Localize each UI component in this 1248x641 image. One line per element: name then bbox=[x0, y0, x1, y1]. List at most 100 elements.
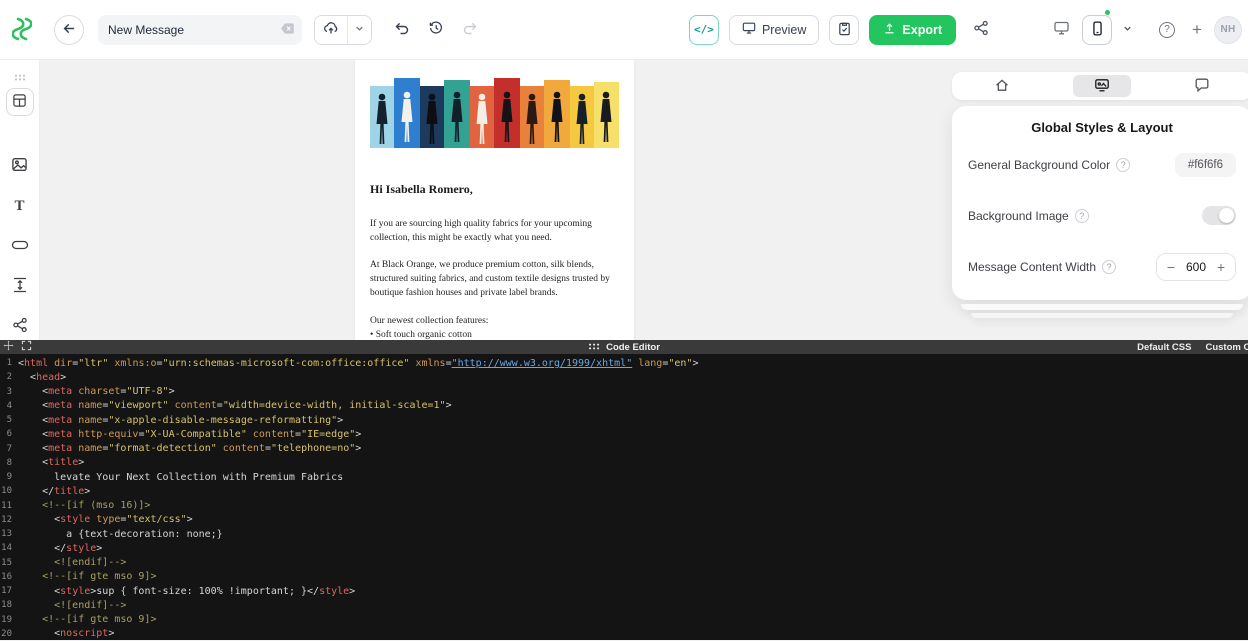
code-line[interactable]: 1<html dir="ltr" xmlns:o="urn:schemas-mi… bbox=[0, 356, 1248, 370]
undo-button[interactable] bbox=[388, 16, 416, 44]
email-preview-card[interactable]: Hi Isabella Romero, If you are sourcing … bbox=[355, 60, 634, 352]
email-paragraph[interactable]: At Black Orange, we produce premium cott… bbox=[370, 258, 619, 300]
code-line[interactable]: 18 <![endif]--> bbox=[0, 598, 1248, 612]
sidebar-item-text[interactable]: T bbox=[4, 190, 36, 222]
save-options-button[interactable] bbox=[347, 16, 371, 44]
cloud-upload-button[interactable] bbox=[315, 16, 347, 44]
code-text[interactable]: a {text-decoration: none;} bbox=[18, 529, 223, 540]
tab-styles[interactable] bbox=[1073, 75, 1131, 97]
drag-dots-icon[interactable] bbox=[14, 69, 26, 84]
background-image-toggle[interactable] bbox=[1202, 206, 1236, 225]
code-text[interactable]: <meta http-equiv="X-UA-Compatible" conte… bbox=[18, 429, 361, 440]
settings-tab-bar bbox=[952, 72, 1248, 100]
code-text[interactable]: <!--[if gte mso 9]> bbox=[18, 614, 156, 625]
content-width-value[interactable]: 600 bbox=[1182, 260, 1210, 274]
code-line[interactable]: 20 <noscript> bbox=[0, 627, 1248, 641]
code-line[interactable]: 15 <![endif]--> bbox=[0, 556, 1248, 570]
code-text[interactable]: <!--[if (mso 16)]> bbox=[18, 500, 150, 511]
code-text[interactable]: <noscript> bbox=[18, 628, 114, 639]
email-hero-image[interactable] bbox=[368, 72, 621, 158]
back-button[interactable] bbox=[54, 15, 84, 45]
share-button[interactable] bbox=[966, 15, 996, 45]
code-line[interactable]: 12 <style type="text/css"> bbox=[0, 513, 1248, 527]
code-text[interactable]: <meta charset="UTF-8"> bbox=[18, 386, 175, 397]
clear-title-button[interactable] bbox=[279, 22, 296, 38]
code-line[interactable]: 6 <meta http-equiv="X-UA-Compatible" con… bbox=[0, 427, 1248, 441]
code-editor-content[interactable]: 1<html dir="ltr" xmlns:o="urn:schemas-mi… bbox=[0, 354, 1248, 641]
sidebar-item-image[interactable] bbox=[4, 150, 36, 182]
message-title-input[interactable] bbox=[98, 15, 302, 45]
help-circle-icon[interactable]: ? bbox=[1075, 209, 1089, 223]
code-text[interactable]: <meta name="format-detection" content="t… bbox=[18, 443, 361, 454]
preview-button[interactable]: Preview bbox=[729, 15, 819, 45]
device-options-button[interactable] bbox=[1118, 17, 1136, 43]
line-number: 12 bbox=[0, 515, 12, 525]
code-line[interactable]: 8 <title> bbox=[0, 456, 1248, 470]
code-line[interactable]: 7 <meta name="format-detection" content=… bbox=[0, 442, 1248, 456]
code-line[interactable]: 5 <meta name="x-apple-disable-message-re… bbox=[0, 413, 1248, 427]
sidebar-item-button[interactable] bbox=[4, 230, 36, 262]
sidebar-item-spacer[interactable] bbox=[4, 270, 36, 302]
code-text[interactable]: <html dir="ltr" xmlns:o="urn:schemas-mic… bbox=[18, 358, 699, 369]
move-crosshair-icon bbox=[3, 340, 14, 354]
code-line[interactable]: 2 <head> bbox=[0, 370, 1248, 384]
default-css-button[interactable]: Default CSS bbox=[1137, 342, 1191, 353]
code-text[interactable]: <style type="text/css"> bbox=[18, 514, 193, 525]
code-line[interactable]: 4 <meta name="viewport" content="width=d… bbox=[0, 399, 1248, 413]
code-line[interactable]: 11 <!--[if (mso 16)]> bbox=[0, 499, 1248, 513]
line-number: 3 bbox=[0, 387, 12, 397]
background-color-value-chip[interactable]: #f6f6f6 bbox=[1175, 153, 1236, 177]
email-greeting[interactable]: Hi Isabella Romero, bbox=[370, 182, 619, 197]
upload-icon bbox=[883, 22, 896, 38]
panel-title: Global Styles & Layout bbox=[968, 120, 1236, 135]
code-text[interactable]: levate Your Next Collection with Premium… bbox=[18, 472, 343, 483]
fullscreen-button[interactable] bbox=[21, 340, 32, 354]
code-editor-toggle-button[interactable]: </> bbox=[689, 15, 719, 45]
email-paragraph[interactable]: If you are sourcing high quality fabrics… bbox=[370, 217, 619, 245]
home-icon bbox=[994, 77, 1010, 96]
code-line[interactable]: 17 <style>sup { font-size: 100% !importa… bbox=[0, 584, 1248, 598]
help-circle-icon[interactable]: ? bbox=[1116, 158, 1130, 172]
line-number: 2 bbox=[0, 372, 12, 382]
code-line[interactable]: 16 <!--[if gte mso 9]> bbox=[0, 570, 1248, 584]
code-line[interactable]: 9 levate Your Next Collection with Premi… bbox=[0, 470, 1248, 484]
plus-icon: + bbox=[1192, 20, 1202, 39]
code-text[interactable]: <!--[if gte mso 9]> bbox=[18, 571, 156, 582]
desktop-view-button[interactable] bbox=[1046, 15, 1076, 45]
mobile-view-button[interactable] bbox=[1082, 15, 1112, 45]
code-line[interactable]: 3 <meta charset="UTF-8"> bbox=[0, 385, 1248, 399]
code-text[interactable]: <![endif]--> bbox=[18, 557, 126, 568]
email-paragraph[interactable]: Our newest collection features: bbox=[370, 314, 619, 328]
add-button[interactable]: + bbox=[1186, 17, 1208, 43]
test-send-button[interactable] bbox=[829, 15, 859, 45]
line-number: 14 bbox=[0, 543, 12, 553]
code-text[interactable]: </title> bbox=[18, 486, 90, 497]
code-line[interactable]: 13 a {text-decoration: none;} bbox=[0, 527, 1248, 541]
code-text[interactable]: <head> bbox=[18, 372, 66, 383]
code-text[interactable]: <![endif]--> bbox=[18, 600, 126, 611]
version-history-button[interactable] bbox=[422, 16, 450, 44]
code-line[interactable]: 19 <!--[if gte mso 9]> bbox=[0, 613, 1248, 627]
move-panel-button[interactable] bbox=[3, 340, 14, 354]
redo-button[interactable] bbox=[456, 16, 484, 44]
help-button[interactable]: ? bbox=[1154, 17, 1180, 43]
code-text[interactable]: <title> bbox=[18, 457, 84, 468]
code-text[interactable]: <style>sup { font-size: 100% !important;… bbox=[18, 586, 355, 597]
code-editor-header[interactable]: Code Editor Default CSS Custom CSS bbox=[0, 340, 1248, 354]
code-text[interactable]: <meta name="x-apple-disable-message-refo… bbox=[18, 415, 343, 426]
decrease-width-button[interactable]: − bbox=[1160, 260, 1182, 274]
increase-width-button[interactable]: + bbox=[1210, 260, 1232, 274]
help-circle-icon[interactable]: ? bbox=[1102, 260, 1116, 274]
custom-css-button[interactable]: Custom CSS bbox=[1205, 342, 1248, 353]
code-text[interactable]: </style> bbox=[18, 543, 102, 554]
code-line[interactable]: 14 </style> bbox=[0, 541, 1248, 555]
user-avatar[interactable]: NH bbox=[1214, 16, 1242, 44]
tab-general[interactable] bbox=[973, 75, 1031, 97]
line-number: 18 bbox=[0, 600, 12, 610]
sidebar-item-social[interactable] bbox=[4, 310, 36, 342]
sidebar-item-structures[interactable] bbox=[6, 88, 34, 116]
export-button[interactable]: Export bbox=[869, 15, 956, 45]
code-line[interactable]: 10 </title> bbox=[0, 484, 1248, 498]
tab-comments[interactable] bbox=[1173, 75, 1231, 97]
code-text[interactable]: <meta name="viewport" content="width=dev… bbox=[18, 400, 452, 411]
